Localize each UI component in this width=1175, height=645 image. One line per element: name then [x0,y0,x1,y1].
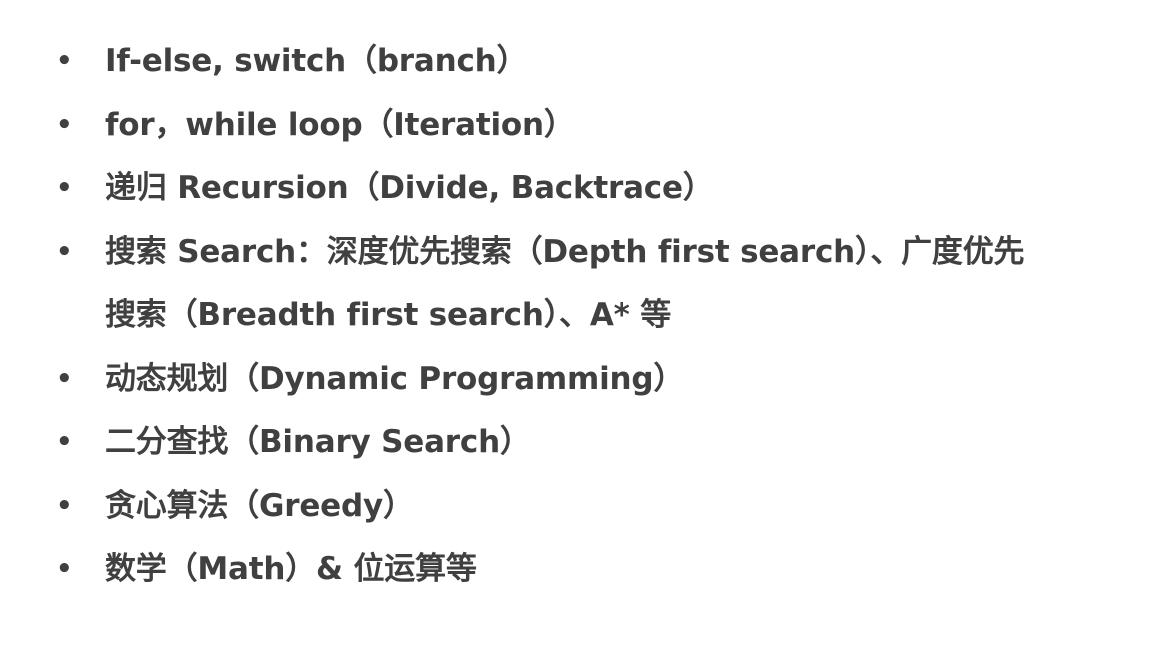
slide: • If-else, switch（branch） • for，while lo… [0,0,1175,645]
list-item: • 动态规划（Dynamic Programming） [56,348,1136,412]
list-item-text: 动态规划（Dynamic Programming） [105,360,685,397]
list-item-text: If-else, switch（branch） [105,43,528,79]
bullet-icon: • [56,427,73,457]
list-item-text: 递归 Recursion（Divide, Backtrace） [105,170,714,206]
bullet-icon: • [56,236,73,267]
list-item: • 数学（Math）& 位运算等 [56,538,1136,602]
list-item-text: for，while loop（Iteration） [105,106,575,143]
bullet-icon: • [56,46,73,76]
bullet-icon: • [56,109,73,140]
list-item-text-continued: 搜索（Breadth first search）、A* 等 [105,297,672,333]
list-item-text: 搜索 Search：深度优先搜索（Depth first search）、广度优… [105,233,1025,270]
list-item-text: 贪心算法（Greedy） [105,487,414,524]
list-item: • for，while loop（Iteration） [56,94,1136,158]
list-item-text: 二分查找（Binary Search） [105,424,531,460]
list-item: • 二分查找（Binary Search） [56,411,1136,475]
bullet-list: • If-else, switch（branch） • for，while lo… [56,30,1136,602]
list-item: • 贪心算法（Greedy） [56,475,1136,539]
bullet-icon: • [56,554,73,584]
list-item: • 搜索 Search：深度优先搜索（Depth first search）、广… [56,221,1136,348]
list-item: • 递归 Recursion（Divide, Backtrace） [56,157,1136,221]
list-item-text: 数学（Math）& 位运算等 [105,551,477,587]
bullet-icon: • [56,173,73,203]
list-item: • If-else, switch（branch） [56,30,1136,94]
bullet-icon: • [56,363,73,394]
bullet-icon: • [56,490,73,521]
